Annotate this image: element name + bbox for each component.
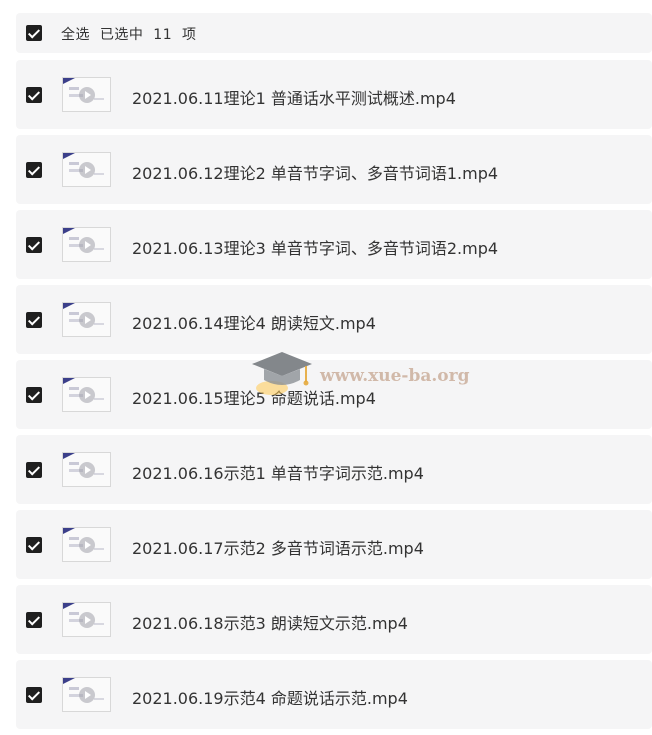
select-all-label[interactable]: 全选 xyxy=(61,27,90,43)
video-thumbnail-icon xyxy=(62,302,111,337)
play-icon xyxy=(79,462,95,478)
play-icon xyxy=(79,537,95,553)
file-name[interactable]: 2021.06.19示范4 命题说话示范.mp4 xyxy=(132,685,408,709)
file-checkbox[interactable] xyxy=(26,237,42,253)
video-thumbnail-icon xyxy=(62,602,111,637)
file-name[interactable]: 2021.06.16示范1 单音节字词示范.mp4 xyxy=(132,460,424,484)
select-all-bar: 全选 已选中 11 项 xyxy=(16,13,652,53)
file-checkbox[interactable] xyxy=(26,687,42,703)
file-row[interactable]: 2021.06.17示范2 多音节词语示范.mp4 xyxy=(16,510,652,579)
file-checkbox[interactable] xyxy=(26,387,42,403)
file-name[interactable]: 2021.06.12理论2 单音节字词、多音节词语1.mp4 xyxy=(132,160,498,184)
file-name[interactable]: 2021.06.13理论3 单音节字词、多音节词语2.mp4 xyxy=(132,235,498,259)
file-name[interactable]: 2021.06.18示范3 朗读短文示范.mp4 xyxy=(132,610,408,634)
file-checkbox[interactable] xyxy=(26,162,42,178)
video-thumbnail-icon xyxy=(62,452,111,487)
file-checkbox[interactable] xyxy=(26,312,42,328)
selected-count-text: 已选中 11 项 xyxy=(99,27,197,43)
file-checkbox[interactable] xyxy=(26,87,42,103)
video-thumbnail-icon xyxy=(62,77,111,112)
file-checkbox[interactable] xyxy=(26,537,42,553)
file-row[interactable]: 2021.06.12理论2 单音节字词、多音节词语1.mp4 xyxy=(16,135,652,204)
file-name[interactable]: 2021.06.14理论4 朗读短文.mp4 xyxy=(132,310,376,334)
file-row[interactable]: 2021.06.16示范1 单音节字词示范.mp4 xyxy=(16,435,652,504)
select-all-checkbox[interactable] xyxy=(26,25,42,41)
file-checkbox[interactable] xyxy=(26,612,42,628)
play-icon xyxy=(79,312,95,328)
play-icon xyxy=(79,687,95,703)
file-row[interactable]: 2021.06.11理论1 普通话水平测试概述.mp4 xyxy=(16,60,652,129)
play-icon xyxy=(79,162,95,178)
video-thumbnail-icon xyxy=(62,677,111,712)
file-row[interactable]: 2021.06.19示范4 命题说话示范.mp4 xyxy=(16,660,652,729)
video-thumbnail-icon xyxy=(62,152,111,187)
video-thumbnail-icon xyxy=(62,227,111,262)
play-icon xyxy=(79,237,95,253)
file-name[interactable]: 2021.06.17示范2 多音节词语示范.mp4 xyxy=(132,535,424,559)
file-name[interactable]: 2021.06.15理论5 命题说话.mp4 xyxy=(132,385,376,409)
play-icon xyxy=(79,612,95,628)
file-row[interactable]: 2021.06.14理论4 朗读短文.mp4 xyxy=(16,285,652,354)
file-row[interactable]: 2021.06.13理论3 单音节字词、多音节词语2.mp4 xyxy=(16,210,652,279)
file-row[interactable]: 2021.06.18示范3 朗读短文示范.mp4 xyxy=(16,585,652,654)
file-list: 2021.06.11理论1 普通话水平测试概述.mp4 2021.06.12理论… xyxy=(16,60,652,735)
play-icon xyxy=(79,387,95,403)
video-thumbnail-icon xyxy=(62,527,111,562)
play-icon xyxy=(79,87,95,103)
file-name[interactable]: 2021.06.11理论1 普通话水平测试概述.mp4 xyxy=(132,85,456,109)
file-row[interactable]: 2021.06.15理论5 命题说话.mp4 xyxy=(16,360,652,429)
file-checkbox[interactable] xyxy=(26,462,42,478)
video-thumbnail-icon xyxy=(62,377,111,412)
